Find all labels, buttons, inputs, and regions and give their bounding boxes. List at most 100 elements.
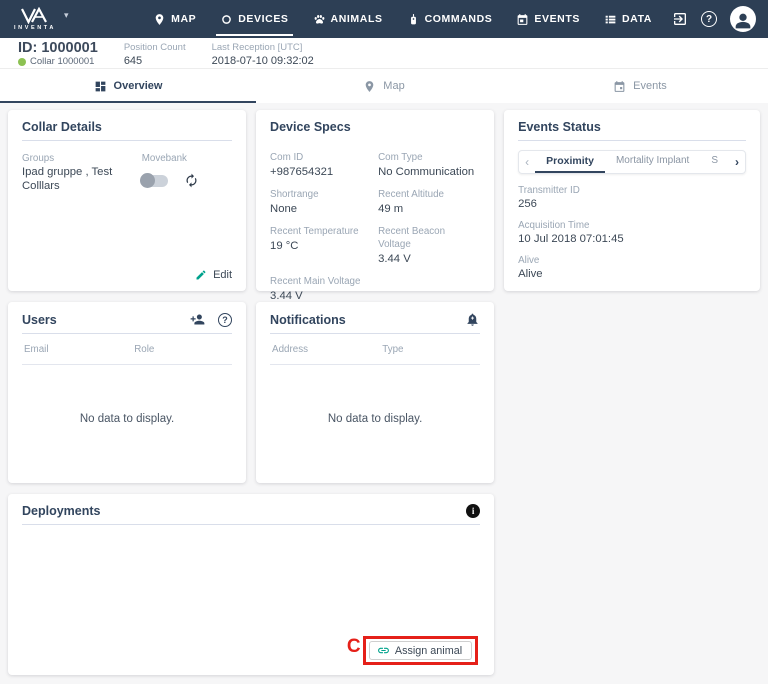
transmitter-icon xyxy=(407,13,420,26)
spec-label: Recent Beacon Voltage xyxy=(378,225,480,251)
nav-data-label: DATA xyxy=(622,13,652,25)
brand-menu-caret[interactable]: ▾ xyxy=(64,10,69,21)
spec-value: 19 °C xyxy=(270,239,372,253)
help-icon[interactable]: ? xyxy=(701,11,717,27)
annotation-highlight-box: Assign animal xyxy=(363,636,478,665)
link-icon xyxy=(377,644,390,657)
collar-details-title: Collar Details xyxy=(22,120,102,134)
nav-devices-label: DEVICES xyxy=(238,13,288,25)
spec-field: Com ID +987654321 xyxy=(270,151,372,179)
topbar: INVENTA ▾ MAP DEVICES ANIMALS COMMANDS xyxy=(0,0,768,38)
notifications-title: Notifications xyxy=(270,313,346,327)
nav-devices[interactable]: DEVICES xyxy=(220,0,288,38)
notifications-card: Notifications Address Type No data to di… xyxy=(256,302,494,483)
users-card: Users ? Email Role No data to display. xyxy=(8,302,246,483)
events-field-label: Transmitter ID xyxy=(518,184,746,197)
calendar-icon xyxy=(516,13,529,26)
nav-map[interactable]: MAP xyxy=(153,0,196,38)
add-notification-bell-icon[interactable] xyxy=(465,312,480,327)
events-tab-truncated[interactable]: S xyxy=(700,151,729,173)
events-field: Acquisition Time 10 Jul 2018 07:01:45 xyxy=(518,219,746,246)
device-id: ID: 1000001 xyxy=(18,41,98,56)
chevron-right-icon[interactable]: › xyxy=(729,155,745,169)
events-field-value: 10 Jul 2018 07:01:45 xyxy=(518,232,746,246)
spec-label: Recent Temperature xyxy=(270,225,372,238)
pencil-icon xyxy=(195,269,207,281)
collar-icon xyxy=(220,13,233,26)
events-field: Alive Alive xyxy=(518,254,746,281)
status-dot xyxy=(18,58,26,66)
tab-map-label: Map xyxy=(383,80,404,92)
toggle-knob xyxy=(140,173,155,188)
nav-data[interactable]: DATA xyxy=(604,0,652,38)
collar-name: Collar 1000001 xyxy=(30,56,94,67)
last-reception-value: 2018-07-10 09:32:02 xyxy=(212,54,314,68)
table-icon xyxy=(604,13,617,26)
movebank-toggle[interactable] xyxy=(142,175,168,187)
device-specs-title: Device Specs xyxy=(270,120,351,134)
tab-overview-label: Overview xyxy=(114,80,163,92)
notifications-empty-text: No data to display. xyxy=(270,365,480,473)
users-col-email: Email xyxy=(24,343,134,356)
device-specs-card: Device Specs Com ID +987654321 Com Type … xyxy=(256,110,494,291)
tab-events-label: Events xyxy=(633,80,667,92)
events-field-label: Acquisition Time xyxy=(518,219,746,232)
events-tab-proximity[interactable]: Proximity xyxy=(535,151,605,173)
device-id-block: ID: 1000001 Collar 1000001 xyxy=(18,41,98,67)
spec-value: No Communication xyxy=(378,165,480,179)
assign-animal-button[interactable]: Assign animal xyxy=(369,641,472,660)
notifications-col-address: Address xyxy=(272,343,382,356)
nav-animals[interactable]: ANIMALS xyxy=(313,0,383,38)
calendar-icon xyxy=(613,80,626,93)
tab-map[interactable]: Map xyxy=(256,69,512,103)
users-help-icon[interactable]: ? xyxy=(218,313,232,327)
nav-events[interactable]: EVENTS xyxy=(516,0,580,38)
info-icon[interactable]: i xyxy=(466,504,480,518)
tab-events[interactable]: Events xyxy=(512,69,768,103)
deployments-title: Deployments xyxy=(22,504,101,518)
events-field-value: Alive xyxy=(518,267,746,281)
brand-name: INVENTA xyxy=(14,25,56,31)
user-avatar[interactable] xyxy=(730,6,756,32)
spec-field: Recent Temperature 19 °C xyxy=(270,225,372,266)
spec-label: Com ID xyxy=(270,151,372,164)
page-tabs: Overview Map Events xyxy=(0,69,768,103)
chevron-left-icon[interactable]: ‹ xyxy=(519,155,535,169)
spec-value: 3.44 V xyxy=(270,289,372,303)
spec-field: Recent Altitude 49 m xyxy=(378,188,480,216)
dashboard-icon xyxy=(94,80,107,93)
nav-commands[interactable]: COMMANDS xyxy=(407,0,493,38)
inventa-logo[interactable]: INVENTA xyxy=(14,7,56,31)
events-tab-mortality-implant[interactable]: Mortality Implant xyxy=(605,151,700,173)
edit-button[interactable]: Edit xyxy=(195,269,232,281)
movebank-label: Movebank xyxy=(142,152,232,165)
content-area: Collar Details Groups Ipad gruppe , Test… xyxy=(0,103,768,682)
logout-icon[interactable] xyxy=(672,11,688,27)
assign-animal-label: Assign animal xyxy=(395,645,462,657)
nav-animals-label: ANIMALS xyxy=(331,13,383,25)
users-empty-text: No data to display. xyxy=(22,365,232,473)
add-user-icon[interactable] xyxy=(190,312,205,327)
spec-value: +987654321 xyxy=(270,165,372,179)
users-title: Users xyxy=(22,313,57,327)
users-col-role: Role xyxy=(134,343,230,356)
events-status-card: Events Status ‹ Proximity Mortality Impl… xyxy=(504,110,760,291)
position-count-value: 645 xyxy=(124,54,186,68)
sync-icon[interactable] xyxy=(184,173,199,188)
spec-label: Com Type xyxy=(378,151,480,164)
collar-details-card: Collar Details Groups Ipad gruppe , Test… xyxy=(8,110,246,291)
map-pin-icon xyxy=(363,80,376,93)
tab-overview[interactable]: Overview xyxy=(0,69,256,103)
events-status-tabbar: ‹ Proximity Mortality Implant S › xyxy=(518,150,746,174)
events-status-title: Events Status xyxy=(518,120,601,134)
groups-value: Ipad gruppe , Test Colllars xyxy=(22,165,142,193)
divider xyxy=(518,140,746,141)
notifications-col-type: Type xyxy=(382,343,478,356)
topbar-actions: ? xyxy=(672,6,756,32)
position-count-block: Position Count 645 xyxy=(124,41,186,68)
spec-field: Shortrange None xyxy=(270,188,372,216)
device-header: ID: 1000001 Collar 1000001 Position Coun… xyxy=(0,38,768,69)
map-pin-icon xyxy=(153,13,166,26)
position-count-label: Position Count xyxy=(124,41,186,54)
spec-value: 49 m xyxy=(378,202,480,216)
